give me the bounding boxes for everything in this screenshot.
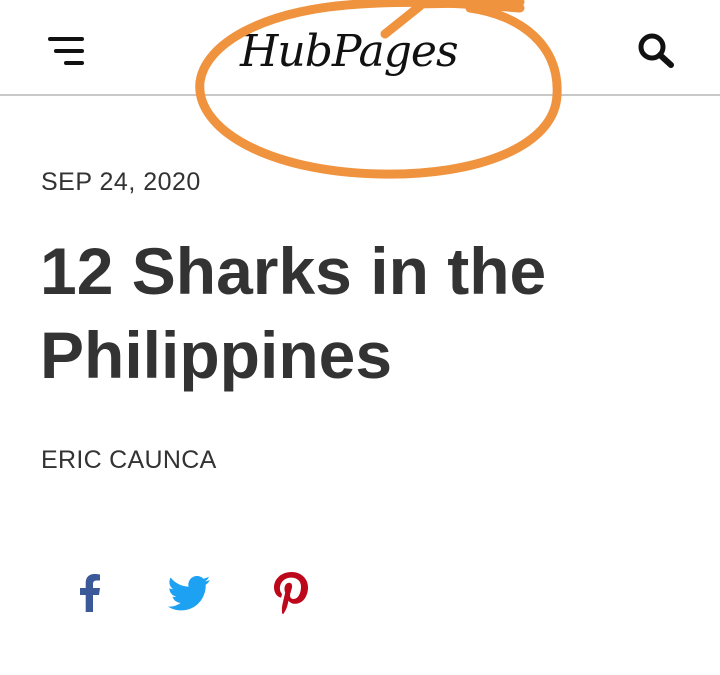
- site-logo[interactable]: HubPages: [240, 22, 490, 82]
- twitter-icon: [167, 576, 210, 611]
- share-facebook-button[interactable]: [66, 568, 116, 618]
- page: HubPages SEP 24, 2020 12 Sharks in the P…: [0, 0, 720, 675]
- facebook-icon: [80, 574, 100, 612]
- site-header: HubPages: [0, 0, 720, 96]
- pinterest-icon: [274, 572, 308, 614]
- share-pinterest-button[interactable]: [266, 568, 316, 618]
- article-title: 12 Sharks in the Philippines: [40, 234, 547, 392]
- share-twitter-button[interactable]: [164, 568, 214, 618]
- hamburger-menu-icon[interactable]: [46, 35, 86, 67]
- article-author[interactable]: ERIC CAUNCA: [41, 446, 217, 475]
- search-icon[interactable]: [636, 31, 676, 69]
- article-date: SEP 24, 2020: [41, 168, 201, 196]
